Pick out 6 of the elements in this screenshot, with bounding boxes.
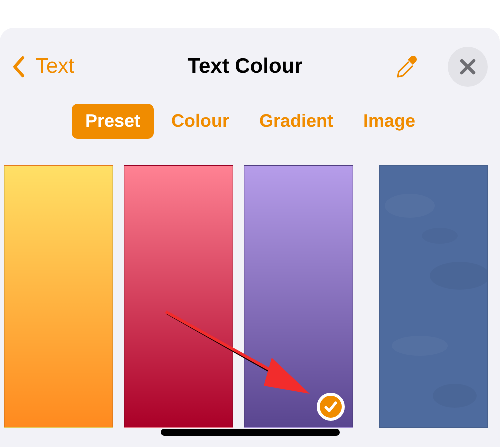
sheet-title: Text Colour	[188, 54, 303, 80]
tab[interactable]: Image	[352, 104, 428, 139]
back-button[interactable]: Text	[12, 51, 75, 83]
tab[interactable]: Colour	[160, 104, 242, 139]
tab[interactable]: Gradient	[248, 104, 346, 139]
tab[interactable]: Preset	[72, 104, 154, 139]
